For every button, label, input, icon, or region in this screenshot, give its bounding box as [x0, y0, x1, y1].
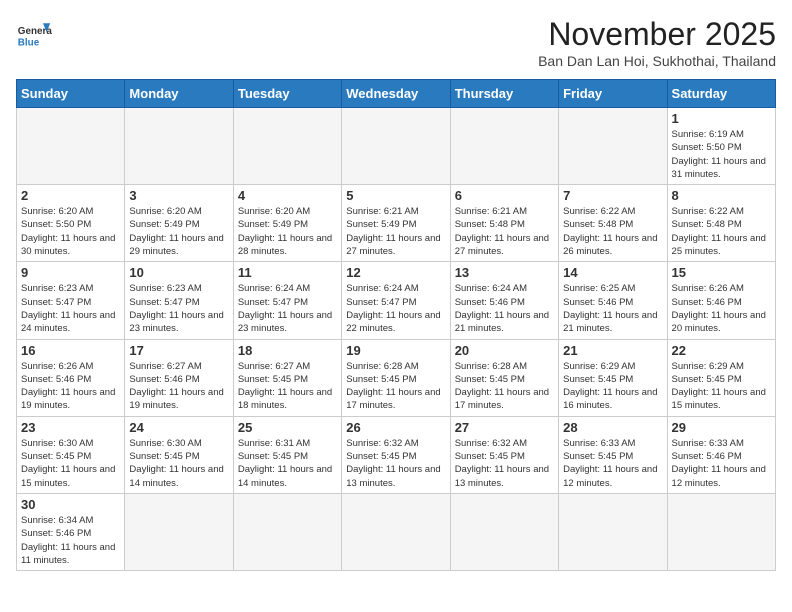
empty-cell	[667, 493, 775, 570]
empty-cell	[559, 108, 667, 185]
day-27: 27 Sunrise: 6:32 AM Sunset: 5:45 PM Dayl…	[450, 416, 558, 493]
empty-cell	[17, 108, 125, 185]
header-tuesday: Tuesday	[233, 80, 341, 108]
location: Ban Dan Lan Hoi, Sukhothai, Thailand	[538, 53, 776, 69]
logo: General Blue	[16, 16, 52, 52]
day-24: 24 Sunrise: 6:30 AM Sunset: 5:45 PM Dayl…	[125, 416, 233, 493]
logo-icon: General Blue	[16, 16, 52, 52]
calendar-row-2: 2 Sunrise: 6:20 AM Sunset: 5:50 PM Dayli…	[17, 185, 776, 262]
day-3: 3 Sunrise: 6:20 AM Sunset: 5:49 PM Dayli…	[125, 185, 233, 262]
header-monday: Monday	[125, 80, 233, 108]
day-8: 8 Sunrise: 6:22 AM Sunset: 5:48 PM Dayli…	[667, 185, 775, 262]
calendar-row-3: 9 Sunrise: 6:23 AM Sunset: 5:47 PM Dayli…	[17, 262, 776, 339]
empty-cell	[450, 493, 558, 570]
weekday-header-row: Sunday Monday Tuesday Wednesday Thursday…	[17, 80, 776, 108]
empty-cell	[233, 108, 341, 185]
empty-cell	[450, 108, 558, 185]
header-friday: Friday	[559, 80, 667, 108]
svg-text:Blue: Blue	[18, 38, 40, 49]
day-7: 7 Sunrise: 6:22 AM Sunset: 5:48 PM Dayli…	[559, 185, 667, 262]
header-thursday: Thursday	[450, 80, 558, 108]
day-12: 12 Sunrise: 6:24 AM Sunset: 5:47 PM Dayl…	[342, 262, 450, 339]
day-1: 1 Sunrise: 6:19 AM Sunset: 5:50 PM Dayli…	[667, 108, 775, 185]
day-6: 6 Sunrise: 6:21 AM Sunset: 5:48 PM Dayli…	[450, 185, 558, 262]
calendar-table: Sunday Monday Tuesday Wednesday Thursday…	[16, 79, 776, 571]
day-17: 17 Sunrise: 6:27 AM Sunset: 5:46 PM Dayl…	[125, 339, 233, 416]
day-16: 16 Sunrise: 6:26 AM Sunset: 5:46 PM Dayl…	[17, 339, 125, 416]
calendar-row-5: 23 Sunrise: 6:30 AM Sunset: 5:45 PM Dayl…	[17, 416, 776, 493]
day-28: 28 Sunrise: 6:33 AM Sunset: 5:45 PM Dayl…	[559, 416, 667, 493]
empty-cell	[342, 493, 450, 570]
header-saturday: Saturday	[667, 80, 775, 108]
day-22: 22 Sunrise: 6:29 AM Sunset: 5:45 PM Dayl…	[667, 339, 775, 416]
day-10: 10 Sunrise: 6:23 AM Sunset: 5:47 PM Dayl…	[125, 262, 233, 339]
empty-cell	[125, 493, 233, 570]
day-26: 26 Sunrise: 6:32 AM Sunset: 5:45 PM Dayl…	[342, 416, 450, 493]
empty-cell	[233, 493, 341, 570]
title-area: November 2025 Ban Dan Lan Hoi, Sukhothai…	[538, 16, 776, 69]
calendar-row-1: 1 Sunrise: 6:19 AM Sunset: 5:50 PM Dayli…	[17, 108, 776, 185]
day-23: 23 Sunrise: 6:30 AM Sunset: 5:45 PM Dayl…	[17, 416, 125, 493]
month-title: November 2025	[538, 16, 776, 53]
day-30: 30 Sunrise: 6:34 AM Sunset: 5:46 PM Dayl…	[17, 493, 125, 570]
day-29: 29 Sunrise: 6:33 AM Sunset: 5:46 PM Dayl…	[667, 416, 775, 493]
day-19: 19 Sunrise: 6:28 AM Sunset: 5:45 PM Dayl…	[342, 339, 450, 416]
day-14: 14 Sunrise: 6:25 AM Sunset: 5:46 PM Dayl…	[559, 262, 667, 339]
day-20: 20 Sunrise: 6:28 AM Sunset: 5:45 PM Dayl…	[450, 339, 558, 416]
day-13: 13 Sunrise: 6:24 AM Sunset: 5:46 PM Dayl…	[450, 262, 558, 339]
day-25: 25 Sunrise: 6:31 AM Sunset: 5:45 PM Dayl…	[233, 416, 341, 493]
header: General Blue November 2025 Ban Dan Lan H…	[16, 16, 776, 69]
header-sunday: Sunday	[17, 80, 125, 108]
day-15: 15 Sunrise: 6:26 AM Sunset: 5:46 PM Dayl…	[667, 262, 775, 339]
day-11: 11 Sunrise: 6:24 AM Sunset: 5:47 PM Dayl…	[233, 262, 341, 339]
empty-cell	[125, 108, 233, 185]
calendar-row-6: 30 Sunrise: 6:34 AM Sunset: 5:46 PM Dayl…	[17, 493, 776, 570]
day-2: 2 Sunrise: 6:20 AM Sunset: 5:50 PM Dayli…	[17, 185, 125, 262]
day-9: 9 Sunrise: 6:23 AM Sunset: 5:47 PM Dayli…	[17, 262, 125, 339]
calendar-row-4: 16 Sunrise: 6:26 AM Sunset: 5:46 PM Dayl…	[17, 339, 776, 416]
day-21: 21 Sunrise: 6:29 AM Sunset: 5:45 PM Dayl…	[559, 339, 667, 416]
empty-cell	[342, 108, 450, 185]
empty-cell	[559, 493, 667, 570]
header-wednesday: Wednesday	[342, 80, 450, 108]
day-4: 4 Sunrise: 6:20 AM Sunset: 5:49 PM Dayli…	[233, 185, 341, 262]
day-18: 18 Sunrise: 6:27 AM Sunset: 5:45 PM Dayl…	[233, 339, 341, 416]
day-5: 5 Sunrise: 6:21 AM Sunset: 5:49 PM Dayli…	[342, 185, 450, 262]
